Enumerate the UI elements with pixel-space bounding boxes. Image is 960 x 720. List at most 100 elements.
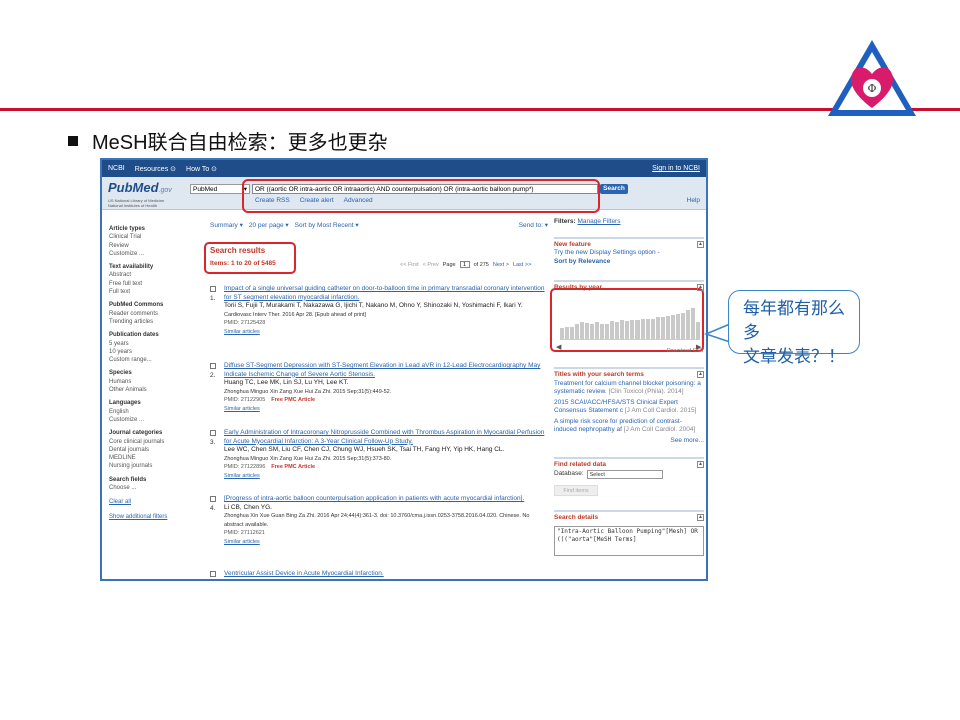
year-bar[interactable] [590,323,595,339]
howto-menu[interactable]: How To ⊙ [186,165,217,173]
collapse-icon[interactable]: ▲ [697,371,704,378]
sidebar-filter-item[interactable]: MEDLINE [109,454,189,462]
signin-link[interactable]: Sign in to NCBI [652,165,700,172]
sendto-dropdown[interactable]: Send to: ▾ [519,221,548,229]
collapse-icon[interactable]: ▲ [697,284,704,291]
sidebar-filter-item[interactable]: Full text [109,288,189,296]
result-checkbox[interactable] [210,430,216,436]
year-bar[interactable] [650,318,655,339]
sidebar-filter-item[interactable]: Reader comments [109,310,189,318]
pubmed-logo[interactable]: PubMed.gov [108,180,172,195]
year-bar[interactable] [585,322,590,339]
sidebar-filter-item[interactable]: Dental journals [109,446,189,454]
help-link[interactable]: Help [687,197,700,204]
year-bar[interactable] [635,320,640,339]
similar-articles-link[interactable]: Similar articles [224,472,550,481]
sidebar-filter-item[interactable]: English [109,408,189,416]
year-bar[interactable] [575,323,580,339]
year-bar[interactable] [620,320,625,339]
sidebar-filter-item[interactable]: 10 years [109,348,189,356]
similar-articles-link[interactable]: Similar articles [224,328,550,337]
year-bar[interactable] [670,314,675,339]
year-bar[interactable] [695,321,700,339]
related-title-item[interactable]: A simple risk score for prediction of co… [554,418,704,435]
sidebar-filter-item[interactable]: Customize ... [109,250,189,258]
year-bar[interactable] [645,319,650,339]
pager-last[interactable]: Last >> [513,262,531,268]
search-button[interactable]: Search [600,184,628,194]
pager-next[interactable]: Next > [493,262,509,268]
year-bar[interactable] [655,317,660,339]
collapse-icon[interactable]: ▲ [697,240,704,248]
sort-dropdown[interactable]: Sort by Most Recent ▾ [295,221,359,229]
pager-first[interactable]: << First [400,262,419,268]
year-bar[interactable] [600,324,605,339]
year-bar[interactable] [595,321,600,339]
free-pmc-badge[interactable]: Free PMC Article [271,464,315,470]
result-title-link[interactable]: Ventricular Assist Device in Acute Myoca… [224,570,550,579]
database-select[interactable]: PubMed ▾ [190,184,250,194]
sidebar-filter-item[interactable]: Customize ... [109,416,189,424]
result-checkbox[interactable] [210,363,216,369]
year-bar[interactable] [580,321,585,339]
sidebar-filter-item[interactable]: Trending articles [109,318,189,326]
result-checkbox[interactable] [210,496,216,502]
new-feature-text[interactable]: Try the new Display Settings option - [554,249,704,258]
result-title-link[interactable]: Early Administration of Intracoronary Ni… [224,429,550,446]
download-csv-link[interactable]: Download CSV [554,347,704,356]
sidebar-clear-link[interactable]: Clear all [109,498,189,506]
result-title-link[interactable]: Diffuse ST-Segment Depression with ST-Se… [224,362,550,379]
sidebar-filter-item[interactable]: Choose ... [109,484,189,492]
year-bar[interactable] [630,319,635,339]
related-title-item[interactable]: Treatment for calcium channel blocker po… [554,380,704,397]
year-bar[interactable] [560,328,565,339]
sidebar-filter-item[interactable]: Core clinical journals [109,438,189,446]
chart-scroll-left-icon[interactable]: ◀ [556,343,561,351]
collapse-icon[interactable]: ▲ [697,513,704,521]
year-bar[interactable] [640,318,645,339]
manage-filters-link[interactable]: Manage Filters [577,218,620,225]
sort-relevance-link[interactable]: Sort by Relevance [554,258,704,267]
similar-articles-link[interactable]: Similar articles [224,405,550,414]
pager-page-input[interactable]: 1 [459,261,470,268]
similar-articles-link[interactable]: Similar articles [224,538,550,547]
year-bar[interactable] [615,321,620,339]
pager-prev[interactable]: < Prev [423,262,439,268]
resources-menu[interactable]: Resources ⊙ [135,165,176,173]
database-dropdown[interactable]: Select [586,469,663,479]
result-checkbox[interactable] [210,571,216,577]
sidebar-filter-item[interactable]: 5 years [109,340,189,348]
sidebar-filter-item[interactable]: Custom range... [109,356,189,364]
year-bar[interactable] [605,323,610,339]
chart-scroll-right-icon[interactable]: ▶ [696,343,701,351]
year-bar[interactable] [570,327,575,339]
year-bar[interactable] [565,326,570,339]
summary-dropdown[interactable]: Summary ▾ [210,221,243,229]
result-title-link[interactable]: Impact of a single universal guiding cat… [224,285,550,302]
perpage-dropdown[interactable]: 20 per page ▾ [249,221,289,229]
year-bar[interactable] [660,316,665,339]
year-bar[interactable] [675,313,680,339]
free-pmc-badge[interactable]: Free PMC Article [271,397,315,403]
find-items-button[interactable]: Find items [554,484,598,496]
sidebar-filter-item[interactable]: Abstract [109,271,189,279]
year-bar[interactable] [625,321,630,339]
year-bar[interactable] [680,312,685,339]
results-by-year-chart[interactable] [560,308,700,340]
year-bar[interactable] [610,321,615,339]
sidebar-filter-item[interactable]: Clinical Trial [109,233,189,241]
sidebar-show-link[interactable]: Show additional filters [109,513,189,521]
see-more-link[interactable]: See more... [554,437,704,446]
result-title-link[interactable]: [Progress of intra-aortic balloon counte… [224,495,550,504]
related-title-item[interactable]: 2015 SCAI/ACC/HFSA/STS Clinical Expert C… [554,399,704,416]
collapse-icon[interactable]: ▲ [697,461,704,468]
year-bar[interactable] [685,310,690,339]
year-bar[interactable] [665,315,670,339]
sidebar-filter-item[interactable]: Nursing journals [109,462,189,470]
sidebar-filter-item[interactable]: Free full text [109,280,189,288]
ncbi-brand[interactable]: NCBI [108,165,125,172]
sidebar-filter-item[interactable]: Humans [109,378,189,386]
sidebar-filter-item[interactable]: Other Animals [109,386,189,394]
year-bar[interactable] [690,308,695,339]
result-checkbox[interactable] [210,286,216,292]
